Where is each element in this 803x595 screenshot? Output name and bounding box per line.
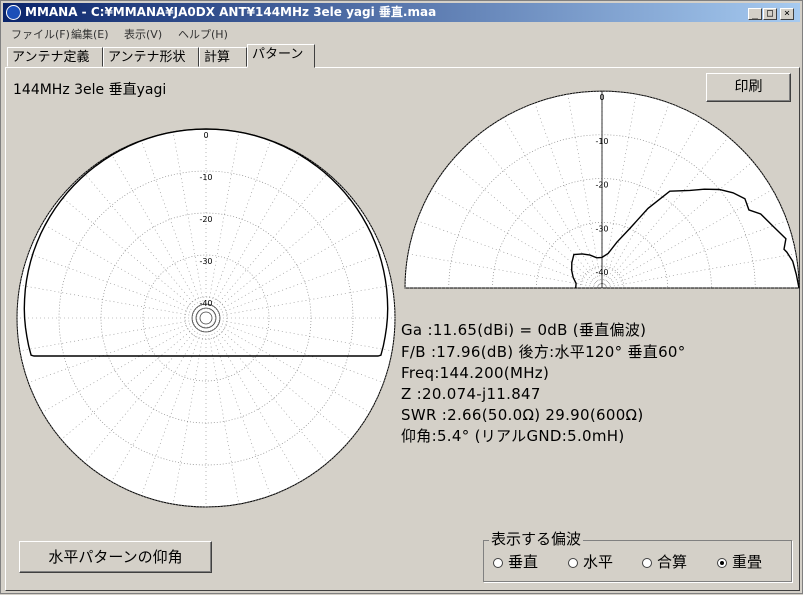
horizontal-tick-label: -10 — [199, 173, 212, 182]
radio-overlay[interactable]: 重畳 — [717, 551, 762, 572]
info-gain: Ga :11.65(dBi) = 0dB (垂直偏波) — [401, 321, 647, 339]
vertical-tick-label: -20 — [595, 181, 608, 190]
radio-combined-label: 合算 — [657, 553, 688, 571]
pattern-plots: 0 -10 -20 -30 -40 0 -10 -20 -30 -40 — [16, 90, 800, 508]
horizontal-tick-label: -40 — [199, 299, 212, 308]
vertical-tick-label: -40 — [595, 268, 608, 277]
radio-overlay-label: 重畳 — [732, 553, 763, 571]
radio-vertical-label: 垂直 — [508, 553, 539, 571]
info-swr: SWR :2.66(50.0Ω) 29.90(600Ω) — [401, 406, 644, 424]
horizontal-tick-label: 0 — [203, 131, 208, 140]
radio-horizontal-label: 水平 — [583, 553, 614, 571]
polarization-legend: 表示する偏波 — [489, 528, 584, 549]
radio-vertical[interactable]: 垂直 — [493, 551, 538, 572]
radio-overlay-indicator — [717, 557, 727, 568]
info-impedance: Z :20.074-j11.847 — [401, 385, 541, 403]
info-elevation: 仰角:5.4° (リアルGND:5.0mH) — [401, 427, 625, 445]
radio-combined[interactable]: 合算 — [642, 551, 687, 572]
radio-horizontal-indicator — [568, 557, 578, 568]
radio-combined-indicator — [642, 557, 652, 568]
radio-vertical-indicator — [493, 557, 503, 568]
info-front-back: F/B :17.96(dB) 後方:水平120° 垂直60° — [401, 343, 686, 361]
horizontal-pattern-elevation-button[interactable]: 水平パターンの仰角 — [19, 541, 212, 573]
vertical-tick-label: 0 — [599, 93, 604, 102]
mmana-window: MMANA - C:¥MMANA¥JA0DX ANT¥144MHz 3ele y… — [0, 0, 803, 594]
radio-horizontal[interactable]: 水平 — [568, 551, 613, 572]
horizontal-tick-label: -30 — [199, 257, 212, 266]
tab-pattern[interactable]: パターン — [247, 44, 315, 68]
info-frequency: Freq:144.200(MHz) — [401, 364, 550, 382]
horizontal-tick-label: -20 — [199, 215, 212, 224]
vertical-tick-label: -30 — [595, 224, 608, 233]
vertical-tick-label: -10 — [595, 137, 608, 146]
